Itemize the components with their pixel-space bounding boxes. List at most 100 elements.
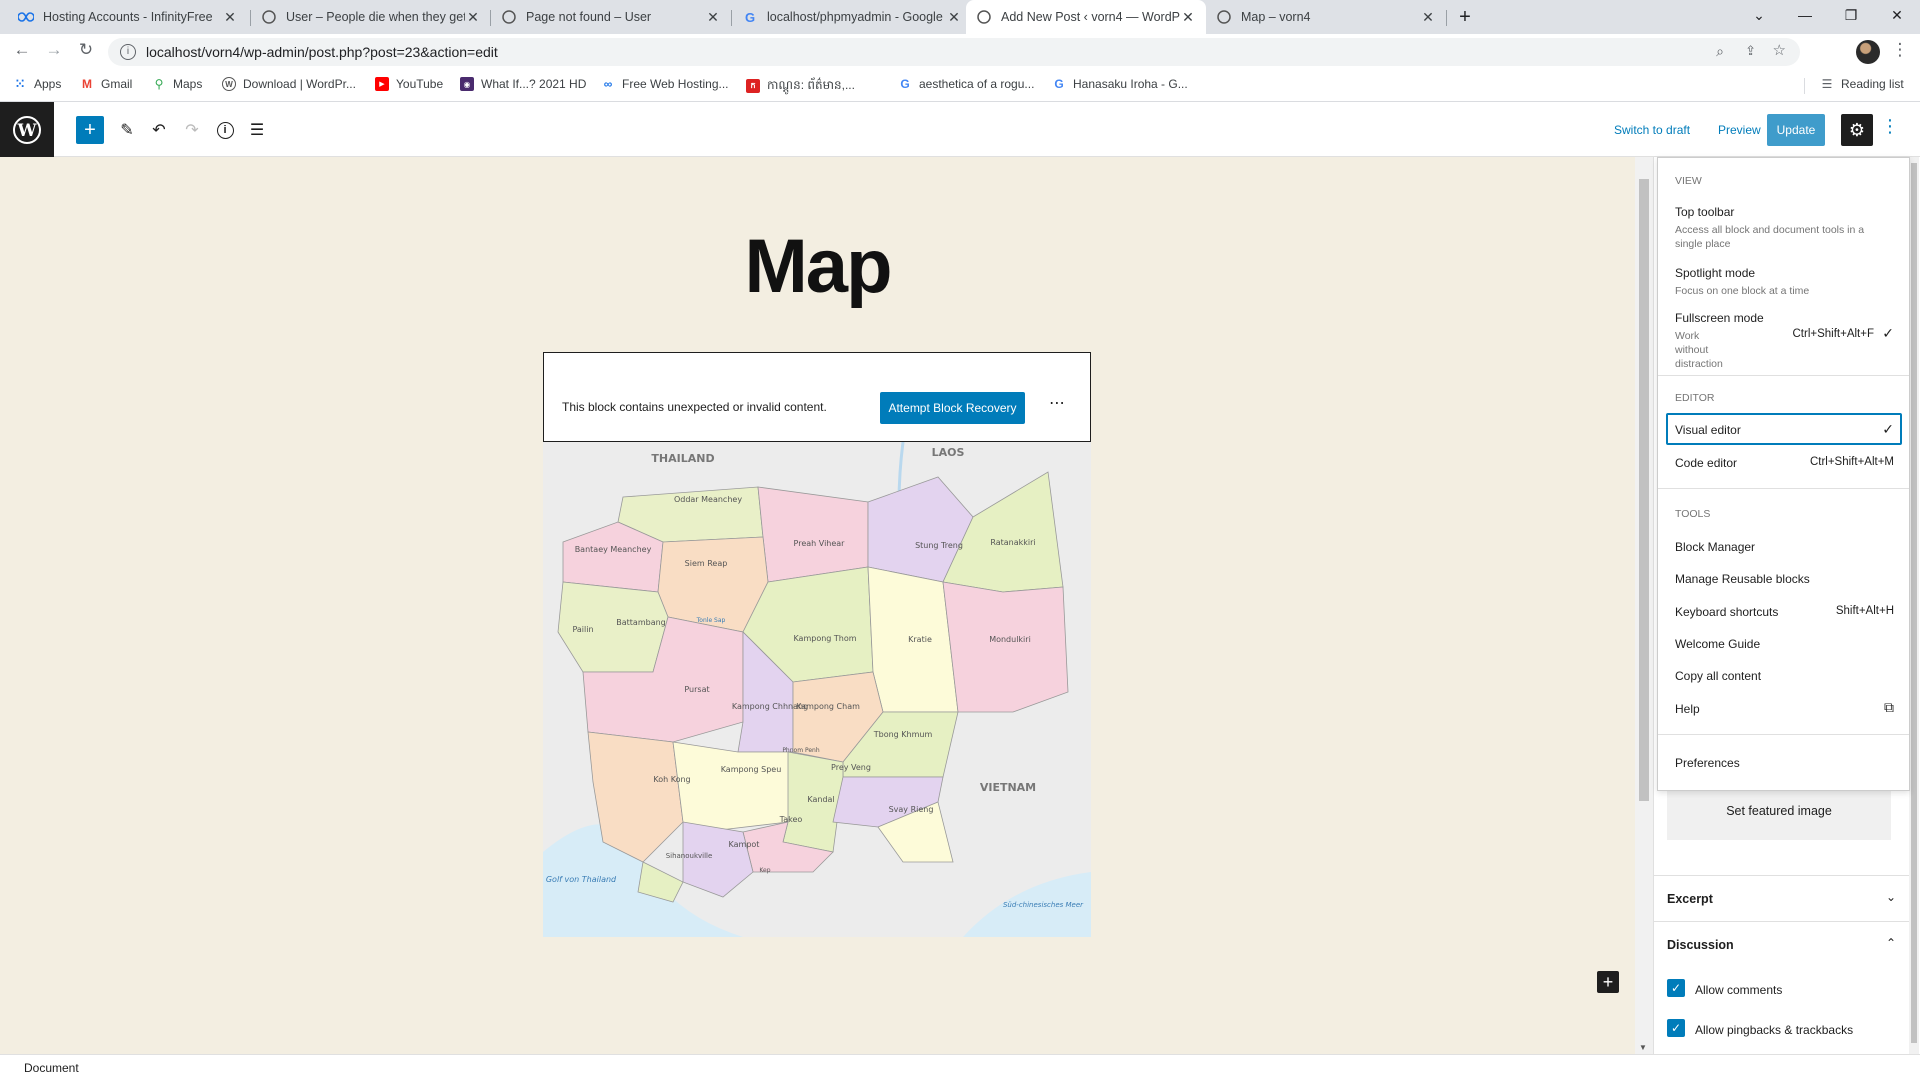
map-label-province: Oddar Meanchey [674, 495, 742, 504]
options-menu-icon[interactable]: ⋮ [1880, 116, 1900, 144]
tab-search-icon[interactable]: ⌄ [1736, 0, 1782, 30]
scroll-thumb[interactable] [1639, 179, 1649, 801]
tab-user-people[interactable]: User – People die when they get ✕ [251, 0, 491, 34]
menu-keyboard-shortcuts[interactable]: Keyboard shortcuts Shift+Alt+H [1675, 605, 1894, 619]
map-label-province: Tonle Sap [696, 617, 726, 624]
bookmark-hanasaku[interactable]: G Hanasaku Iroha - G... [1052, 77, 1187, 91]
scroll-down-icon[interactable]: ▼ [1639, 1043, 1647, 1052]
external-link-icon: ⧉ [1884, 699, 1894, 715]
bookmark-khmer-news[interactable]: កកាណ្តូន: ព័ត៌មាន,... [746, 77, 855, 95]
menu-block-manager[interactable]: Block Manager [1675, 540, 1894, 554]
map-label-province: Pailin [572, 625, 593, 634]
preview-button[interactable]: Preview [1718, 123, 1761, 137]
wordpress-icon: W [222, 77, 236, 91]
menu-fullscreen-mode[interactable]: Fullscreen mode Work without distraction… [1675, 311, 1894, 371]
zoom-icon[interactable]: ⌕ [1716, 43, 1724, 60]
chevron-down-icon: ⌄ [1885, 890, 1896, 904]
reading-list[interactable]: ☰ Reading list [1820, 77, 1904, 91]
share-icon[interactable]: ⇪ [1745, 43, 1756, 59]
url-field[interactable]: i localhost/vorn4/wp-admin/post.php?post… [108, 38, 1800, 66]
tools-pencil-icon[interactable]: ✎ [114, 117, 140, 143]
menu-spotlight-mode[interactable]: Spotlight mode Focus on one block at a t… [1675, 266, 1894, 298]
forward-icon[interactable]: → [40, 36, 68, 64]
menu-manage-reusable-blocks[interactable]: Manage Reusable blocks [1675, 572, 1894, 586]
reload-icon[interactable]: ↻ [72, 36, 100, 64]
bookmark-gmail[interactable]: M Gmail [80, 77, 132, 91]
map-label-sea: Golf von Thailand [546, 875, 617, 884]
close-icon[interactable]: ✕ [465, 9, 481, 26]
browser-tab-bar: Hosting Accounts - InfinityFree ✕ User –… [0, 0, 1920, 34]
close-icon[interactable]: ✕ [946, 9, 962, 26]
canvas-scrollbar[interactable]: ▼ [1635, 157, 1653, 1054]
star-icon[interactable]: ☆ [1773, 41, 1786, 59]
details-info-icon[interactable]: i [212, 117, 238, 143]
wordpress-icon: W [13, 115, 41, 144]
scroll-thumb[interactable] [1911, 163, 1917, 1043]
add-block-inserter-button[interactable]: + [1597, 971, 1619, 993]
view-section-header: VIEW [1675, 175, 1702, 187]
map-label-province: Kandal [807, 795, 834, 804]
settings-button[interactable]: ⚙ [1841, 114, 1873, 146]
cambodia-map-image[interactable]: THAILAND LAOS VIETNAM Oddar Meanchey Pre… [543, 441, 1091, 937]
close-icon[interactable]: ✕ [1180, 9, 1196, 26]
attempt-block-recovery-button[interactable]: Attempt Block Recovery [880, 392, 1025, 424]
update-button[interactable]: Update [1767, 114, 1825, 146]
map-label-province: Phnom Penh [782, 747, 820, 754]
menu-help[interactable]: Help ⧉ [1675, 699, 1894, 716]
map-label-province: Stung Treng [915, 541, 963, 550]
more-options-button[interactable]: ⋯ [1049, 393, 1065, 413]
close-icon[interactable]: ✕ [1420, 9, 1436, 26]
list-view-icon[interactable]: ☰ [244, 117, 270, 143]
map-label-province: Kampong Speu [721, 765, 782, 774]
reading-list-icon: ☰ [1821, 77, 1833, 91]
back-icon[interactable]: ← [8, 36, 36, 64]
redo-icon[interactable]: ↷ [179, 117, 205, 143]
tab-map-vorn4[interactable]: Map – vorn4 ✕ [1206, 0, 1446, 34]
tab-hosting-accounts[interactable]: Hosting Accounts - InfinityFree ✕ [8, 0, 248, 34]
tab-page-not-found[interactable]: Page not found – User ✕ [491, 0, 731, 34]
province-mondulkiri [942, 581, 1069, 713]
add-block-button[interactable]: + [76, 116, 104, 144]
close-icon[interactable]: ✕ [705, 9, 721, 26]
bookmark-aesthetica[interactable]: Gaesthetica of a rogu... [898, 77, 1034, 91]
window-close-icon[interactable]: ✕ [1874, 0, 1920, 30]
minimize-icon[interactable]: — [1782, 0, 1828, 30]
map-graphic: THAILAND LAOS VIETNAM Oddar Meanchey Pre… [543, 441, 1091, 937]
wordpress-icon [976, 9, 992, 25]
discussion-panel-toggle[interactable]: Discussion ⌃ [1654, 921, 1916, 967]
bookmarks-bar: ⁙ Apps M Gmail ⚲ Maps W Download | WordPr...… [0, 70, 1920, 102]
bookmark-youtube[interactable]: ▶ YouTube [375, 77, 443, 91]
undo-icon[interactable]: ↶ [146, 117, 172, 143]
post-title[interactable]: Map [0, 223, 1635, 310]
menu-welcome-guide[interactable]: Welcome Guide [1675, 637, 1894, 651]
map-label-province: Bantaey Meanchey [575, 545, 652, 554]
info-icon[interactable]: i [120, 44, 136, 60]
bookmark-what-if[interactable]: ◉ What If...? 2021 HD [460, 77, 586, 91]
sidebar-scrollbar[interactable] [1909, 157, 1919, 1054]
breadcrumb-document[interactable]: Document [24, 1061, 79, 1075]
excerpt-panel-toggle[interactable]: Excerpt ⌄ [1654, 875, 1916, 921]
menu-visual-editor[interactable]: Visual editor ✓ [1675, 421, 1894, 437]
map-label-province: Ratanakkiri [990, 538, 1035, 547]
bookmark-wordpress[interactable]: W Download | WordPr... [222, 77, 356, 91]
close-icon[interactable]: ✕ [222, 9, 238, 26]
allow-comments-checkbox[interactable]: ✓ [1667, 979, 1685, 997]
switch-to-draft-button[interactable]: Switch to draft [1614, 123, 1690, 137]
google-icon: G [744, 9, 756, 25]
menu-preferences[interactable]: Preferences [1675, 756, 1894, 770]
avatar[interactable] [1856, 40, 1880, 64]
chrome-menu-icon[interactable]: ⋮ [1886, 36, 1914, 64]
google-icon: G [1054, 77, 1064, 91]
bookmark-maps[interactable]: ⚲ Maps [152, 77, 203, 91]
tab-add-new-post[interactable]: Add New Post ‹ vorn4 — WordPr ✕ [966, 0, 1206, 34]
allow-pingbacks-checkbox[interactable]: ✓ [1667, 1019, 1685, 1037]
new-tab-icon[interactable]: + [1442, 2, 1488, 32]
menu-copy-all-content[interactable]: Copy all content [1675, 669, 1894, 683]
bookmark-apps[interactable]: ⁙ Apps [13, 77, 61, 91]
menu-code-editor[interactable]: Code editor Ctrl+Shift+Alt+M [1675, 456, 1894, 470]
tab-phpmyadmin[interactable]: G localhost/phpmyadmin - Google ✕ [732, 0, 972, 34]
menu-top-toolbar[interactable]: Top toolbar Access all block and documen… [1675, 205, 1894, 251]
restore-icon[interactable]: ❐ [1828, 0, 1874, 30]
bookmark-free-hosting[interactable]: ∞ Free Web Hosting... [601, 77, 729, 91]
wordpress-logo-button[interactable]: W [0, 102, 54, 157]
